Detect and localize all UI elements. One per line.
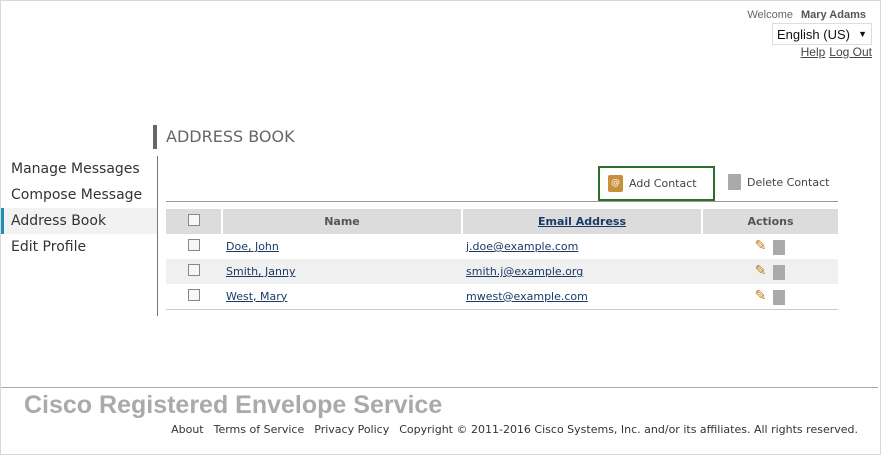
- add-contact-label: Add Contact: [629, 177, 697, 190]
- contact-email-link[interactable]: smith.j@example.org: [466, 265, 583, 278]
- welcome-label: Welcome: [747, 9, 793, 21]
- brand-name: Cisco Registered Envelope Service: [24, 391, 443, 419]
- footer-divider: [1, 387, 878, 388]
- row-checkbox[interactable]: [188, 288, 200, 301]
- trash-icon[interactable]: [773, 289, 786, 305]
- delete-contact-label: Delete Contact: [747, 175, 830, 189]
- table-row: Smith, Janny smith.j@example.org ✎: [166, 259, 838, 284]
- terms-link[interactable]: Terms of Service: [214, 423, 305, 436]
- add-contact-button[interactable]: @ Add Contact: [598, 166, 715, 201]
- contacts-table: Name Email Address Actions Doe, John j.d…: [166, 209, 838, 310]
- contact-name-link[interactable]: Smith, Janny: [226, 265, 295, 278]
- contact-email-link[interactable]: j.doe@example.com: [466, 240, 578, 253]
- trash-icon: [728, 174, 741, 190]
- email-header[interactable]: Email Address: [462, 209, 703, 234]
- language-select[interactable]: English (US) ▼: [772, 23, 872, 45]
- sidebar-item-compose-message[interactable]: Compose Message: [1, 182, 157, 208]
- edit-icon[interactable]: ✎: [755, 238, 767, 254]
- toolbar: @ Add Contact Delete Contact: [166, 166, 838, 202]
- about-link[interactable]: About: [171, 423, 204, 436]
- privacy-link[interactable]: Privacy Policy: [314, 423, 389, 436]
- select-all-checkbox[interactable]: [187, 214, 200, 226]
- header-links: Help Log Out: [797, 45, 872, 59]
- footer-links: About Terms of Service Privacy Policy Copyr…: [161, 423, 858, 436]
- edit-icon[interactable]: ✎: [755, 288, 767, 304]
- sidebar-item-manage-messages[interactable]: Manage Messages: [1, 156, 157, 182]
- chevron-down-icon: ▼: [858, 29, 867, 39]
- page-title: ADDRESS BOOK: [153, 125, 295, 149]
- sidebar-item-edit-profile[interactable]: Edit Profile: [1, 234, 157, 260]
- help-link[interactable]: Help: [801, 45, 826, 59]
- row-checkbox[interactable]: [188, 264, 200, 276]
- edit-icon[interactable]: ✎: [755, 263, 767, 279]
- trash-icon[interactable]: [773, 239, 786, 255]
- welcome-text: Welcome Mary Adams: [747, 9, 866, 21]
- table-row: Doe, John j.doe@example.com ✎: [166, 234, 838, 259]
- contact-name-link[interactable]: Doe, John: [226, 240, 279, 253]
- table-row: West, Mary mwest@example.com ✎: [166, 284, 838, 310]
- sidebar: Manage Messages Compose Message Address …: [1, 156, 158, 316]
- contact-name-link[interactable]: West, Mary: [226, 290, 287, 303]
- address-book-icon: @: [608, 175, 623, 192]
- delete-contact-button[interactable]: Delete Contact: [728, 174, 829, 190]
- email-sort-link[interactable]: Email Address: [538, 215, 626, 228]
- trash-icon[interactable]: [773, 264, 786, 280]
- language-value: English (US): [777, 26, 850, 42]
- user-name: Mary Adams: [800, 9, 866, 21]
- copyright-text: Copyright © 2011-2016 Cisco Systems, Inc…: [399, 423, 858, 436]
- name-header[interactable]: Name: [222, 209, 463, 234]
- select-all-header: [166, 209, 223, 234]
- row-checkbox[interactable]: [188, 239, 200, 251]
- sidebar-item-address-book[interactable]: Address Book: [1, 208, 157, 234]
- actions-header: Actions: [702, 209, 838, 234]
- logout-link[interactable]: Log Out: [829, 45, 872, 59]
- contact-email-link[interactable]: mwest@example.com: [466, 290, 588, 303]
